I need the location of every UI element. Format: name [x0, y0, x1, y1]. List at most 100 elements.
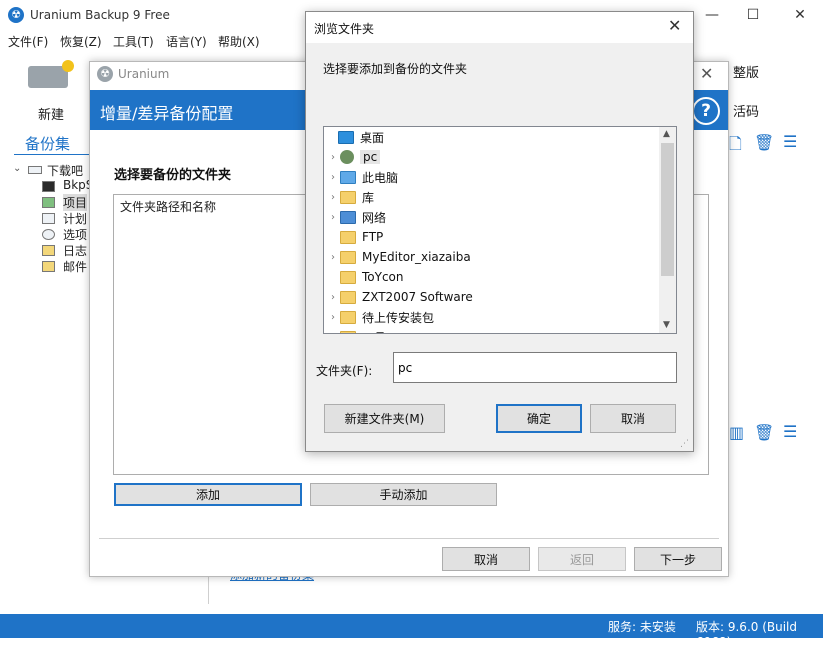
resize-grip-icon[interactable]: ⋰ — [680, 439, 689, 449]
expand-chevron-icon[interactable]: › — [326, 212, 340, 223]
cancel-button[interactable]: 取消 — [442, 547, 530, 571]
tree-item-root[interactable]: 下载吧 — [47, 162, 83, 179]
tree-node-label: 待上传安装包 — [362, 310, 435, 325]
tree-item-log[interactable]: 日志 — [63, 242, 87, 259]
tree-node[interactable]: FTP — [326, 227, 383, 247]
menu-icon[interactable]: ☰ — [783, 422, 797, 441]
trash-icon[interactable]: 🗑 — [754, 423, 774, 442]
uranium-header-title: 增量/差异备份配置 — [100, 104, 234, 123]
scroll-down-arrow[interactable]: ▼ — [663, 320, 670, 330]
maximize-button[interactable]: ☐ — [731, 2, 775, 28]
tree-item-project[interactable]: 项目 — [63, 194, 88, 211]
divider — [99, 538, 719, 539]
scrollbar-thumb[interactable] — [661, 143, 674, 276]
desktop-icon — [338, 130, 354, 144]
uranium-logo-icon: ☢ — [8, 7, 24, 23]
next-button[interactable]: 下一步 — [634, 547, 722, 571]
browse-close-icon[interactable]: ✕ — [668, 16, 681, 35]
menu-file[interactable]: 文件(F) — [8, 33, 48, 50]
folder-list-header: 文件夹路径和名称 — [120, 200, 217, 214]
barcode-icon[interactable]: ▥ — [729, 423, 744, 442]
tree-node-label: pc — [360, 150, 381, 164]
expand-chevron-icon[interactable]: › — [326, 332, 340, 334]
tree-node-label: 库 — [362, 190, 375, 205]
back-button: 返回 — [538, 547, 626, 571]
expand-chevron-icon[interactable]: › — [326, 312, 340, 323]
toolbar-activate-label[interactable]: 活码 — [733, 101, 759, 120]
drive-icon — [28, 166, 42, 174]
tree-node[interactable]: › pc — [326, 147, 381, 167]
minimize-button[interactable]: — — [690, 2, 734, 28]
uranium-logo-icon: ☢ — [97, 66, 113, 82]
tree-node[interactable]: › 待上传安装包 — [326, 307, 434, 327]
tree-node-label: 桌面 — [360, 130, 385, 145]
arrows-icon — [42, 197, 55, 208]
tree-node[interactable]: › MyEditor_xiazaiba — [326, 247, 471, 267]
browse-dialog-title: 浏览文件夹 — [314, 22, 375, 36]
folder-tree[interactable]: 桌面 › pc › 此电脑 › 库 › 网络 FTP › MyEditor_xiazaiba ToYco… — [323, 126, 677, 334]
add-button[interactable]: 添加 — [114, 483, 302, 506]
folder-icon — [340, 230, 356, 244]
ok-button[interactable]: 确定 — [496, 404, 582, 433]
folder-icon — [340, 250, 356, 264]
menu-restore[interactable]: 恢复(Z) — [60, 33, 102, 50]
document-icon[interactable]: 🗋 — [729, 133, 742, 160]
folder-icon — [340, 330, 356, 333]
trash-icon[interactable]: 🗑 — [754, 133, 774, 152]
menu-language[interactable]: 语言(Y) — [166, 33, 207, 50]
expand-chevron-icon[interactable]: › — [326, 292, 340, 303]
tree-node[interactable]: › 工具 — [326, 327, 386, 334]
section-label: 选择要备份的文件夹 — [114, 168, 232, 183]
toolbar-new-label[interactable]: 新建 — [38, 104, 64, 123]
scroll-up-arrow[interactable]: ▲ — [663, 129, 670, 139]
manual-add-button[interactable]: 手动添加 — [310, 483, 497, 506]
folder-input[interactable] — [393, 352, 677, 383]
folder-icon — [340, 310, 356, 324]
menu-help[interactable]: 帮助(X) — [218, 33, 260, 50]
tree-node[interactable]: › 库 — [326, 187, 374, 207]
divider — [14, 154, 90, 155]
window-close-button[interactable]: ✕ — [778, 2, 822, 28]
tree-node-label: MyEditor_xiazaiba — [362, 250, 471, 264]
uranium-close-icon[interactable]: ✕ — [700, 64, 713, 83]
backupset-title: 备份集 — [25, 135, 71, 153]
tree-node-label: ZXT2007 Software — [362, 290, 473, 304]
expand-chevron-icon[interactable]: › — [326, 192, 340, 203]
status-service: 服务: 未安装 — [608, 620, 676, 634]
tree-item-schedule[interactable]: 计划 — [63, 210, 87, 227]
browse-prompt: 选择要添加到备份的文件夹 — [323, 62, 468, 76]
expand-chevron-icon[interactable]: › — [326, 172, 340, 183]
tree-node[interactable]: 桌面 — [324, 127, 384, 147]
new-folder-button[interactable]: 新建文件夹(M) — [324, 404, 445, 433]
chevron-down-icon[interactable]: ⌄ — [13, 163, 21, 174]
tree-node-label: 网络 — [362, 210, 387, 225]
tree-node[interactable]: › 此电脑 — [326, 167, 398, 187]
new-backup-icon[interactable] — [28, 60, 74, 88]
folder-label: 文件夹(F): — [316, 364, 373, 378]
expand-chevron-icon[interactable]: › — [326, 152, 340, 163]
toolbar-right-label[interactable]: 整版 — [733, 62, 759, 81]
mail-icon — [42, 261, 55, 272]
status-version: 版本: 9.6.0 (Build 6968) — [696, 620, 798, 649]
tree-node[interactable]: › ZXT2007 Software — [326, 287, 473, 307]
lib-icon — [340, 190, 356, 204]
tree-item-options[interactable]: 选项 — [63, 226, 87, 243]
chart-icon — [42, 181, 55, 192]
browse-cancel-button[interactable]: 取消 — [590, 404, 676, 433]
help-icon[interactable]: ? — [692, 97, 720, 125]
menu-tools[interactable]: 工具(T) — [113, 33, 154, 50]
tree-node[interactable]: › 网络 — [326, 207, 386, 227]
folder-icon — [340, 270, 356, 284]
tree-node-label: FTP — [362, 230, 384, 244]
tree-item-mail[interactable]: 邮件 — [63, 258, 87, 275]
pencil-icon — [42, 245, 55, 256]
tree-node[interactable]: ToYcon — [326, 267, 404, 287]
menu-icon[interactable]: ☰ — [783, 132, 797, 151]
folder-icon — [340, 290, 356, 304]
tree-node-label: 此电脑 — [362, 170, 399, 185]
tree-node-label: ToYcon — [362, 270, 404, 284]
computer-icon — [340, 170, 356, 184]
expand-chevron-icon[interactable]: › — [326, 252, 340, 263]
pc-icon — [340, 150, 354, 164]
uranium-dialog-title: Uranium — [118, 67, 170, 81]
